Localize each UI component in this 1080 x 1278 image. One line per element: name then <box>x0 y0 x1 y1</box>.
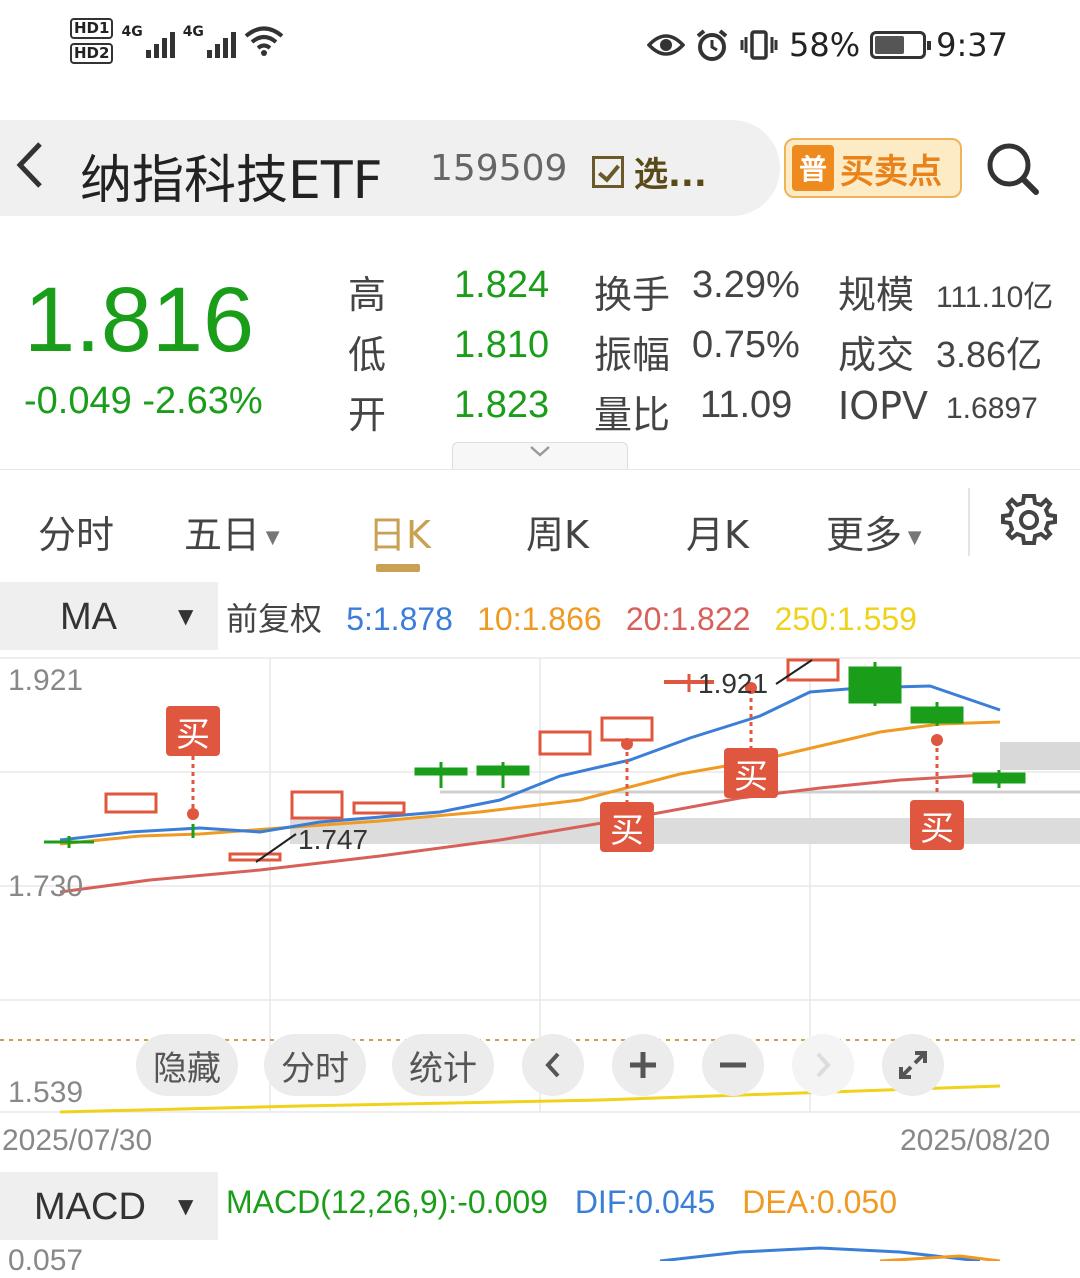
tab-monthly-k[interactable]: 月K <box>686 504 749 559</box>
buy-marker[interactable]: 买 <box>600 802 654 852</box>
chevron-right-icon <box>816 1052 831 1078</box>
macd-values: MACD(12,26,9):-0.009 DIF:0.045 DEA:0.050 <box>226 1184 915 1221</box>
plus-icon <box>630 1052 656 1078</box>
tab-intraday[interactable]: 分时 <box>38 504 114 559</box>
price-change: -0.049 -2.63% <box>24 380 263 423</box>
tab-five-day[interactable]: 五日 ▼ <box>184 504 280 559</box>
last-price: 1.816 <box>24 269 255 371</box>
zoom-in-button[interactable] <box>612 1034 674 1096</box>
minus-icon <box>720 1062 746 1068</box>
eye-icon <box>647 34 686 56</box>
battery-percent: 58% <box>789 26 861 64</box>
max-price-label: 1.921 <box>698 668 769 699</box>
dea-value: DEA:0.050 <box>742 1184 897 1220</box>
scroll-right-button[interactable] <box>792 1034 854 1096</box>
status-bar: HD1 HD2 4G 4G 58% 9:37 <box>0 0 1080 95</box>
tab-weekly-k[interactable]: 周K <box>526 504 589 559</box>
fullscreen-button[interactable] <box>882 1034 944 1096</box>
buy-marker[interactable]: 买 <box>724 748 778 798</box>
chevron-down-icon <box>530 446 550 457</box>
intraday-button[interactable]: 分时 <box>264 1034 366 1096</box>
stats-button[interactable]: 统计 <box>392 1034 494 1096</box>
min-price-label: 1.747 <box>298 824 369 855</box>
vibrate-icon <box>740 30 778 60</box>
expand-quote-button[interactable] <box>452 442 628 470</box>
hd-indicators: HD1 HD2 <box>70 18 114 64</box>
caret-down-icon: ▼ <box>178 604 194 628</box>
caret-down-icon: ▼ <box>260 527 280 548</box>
caret-down-icon: ▼ <box>902 527 922 548</box>
macd-value: MACD(12,26,9):-0.009 <box>226 1184 548 1220</box>
adjust-type[interactable]: 前复权 <box>226 601 322 637</box>
clock: 9:37 <box>936 26 1008 64</box>
watchlist-button[interactable]: 选... <box>592 147 707 196</box>
back-button[interactable] <box>14 140 46 202</box>
date-start: 2025/07/30 <box>2 1124 153 1157</box>
ma-values: 前复权 5:1.878 10:1.866 20:1.822 250:1.559 <box>226 594 931 640</box>
pu-badge-icon: 普 <box>792 145 834 191</box>
macd-chart <box>659 1246 1001 1261</box>
y-axis-top: 1.921 <box>8 664 84 697</box>
tab-daily-k[interactable]: 日K <box>368 504 431 559</box>
search-icon[interactable] <box>986 142 1040 196</box>
caret-down-icon: ▼ <box>178 1194 194 1218</box>
wifi-icon <box>244 26 284 56</box>
hd1-icon: HD1 <box>70 18 114 39</box>
chevron-left-icon <box>16 142 42 188</box>
status-right: 58% 9:37 <box>647 26 1008 64</box>
alarm-icon <box>696 29 728 61</box>
signal2-icon: 4G <box>183 24 236 58</box>
period-tabs: 分时 五日 ▼ 日K 周K 月K 更多 ▼ <box>0 470 1080 580</box>
change-percent: -2.63% <box>142 380 263 422</box>
buy-sell-point-button[interactable]: 普 买卖点 <box>784 138 962 198</box>
buy-marker[interactable]: 买 <box>166 706 220 756</box>
fullscreen-icon <box>899 1051 927 1079</box>
stock-name: 纳指科技ETF <box>80 151 383 211</box>
tab-separator <box>968 488 970 556</box>
ma20-value: 20:1.822 <box>625 601 751 637</box>
gear-icon[interactable] <box>1000 492 1058 550</box>
ma-selector[interactable]: MA ▼ <box>0 582 218 650</box>
battery-icon <box>870 31 932 59</box>
dif-value: DIF:0.045 <box>574 1184 716 1220</box>
checkbox-icon <box>592 155 624 188</box>
signal1-icon: 4G <box>121 24 175 58</box>
ma10-value: 10:1.866 <box>477 601 602 637</box>
y-axis-mid: 1.730 <box>8 870 84 903</box>
chevron-left-icon <box>545 1052 560 1078</box>
tab-more[interactable]: 更多 ▼ <box>826 504 922 559</box>
stock-header: 纳指科技ETF 159509 选... 普 买卖点 <box>0 120 1080 216</box>
stock-code: 159509 <box>430 148 568 189</box>
status-left: HD1 HD2 4G 4G <box>70 18 284 64</box>
ma5-value: 5:1.878 <box>346 601 453 637</box>
macd-selector[interactable]: MACD ▼ <box>0 1172 218 1240</box>
ma250-value: 250:1.559 <box>774 601 917 637</box>
quote-panel: 1.816 -0.049 -2.63% 高 1.824 换手 3.29% 规模 … <box>0 250 1080 470</box>
chart-controls: 隐藏 分时 统计 <box>0 1034 1080 1098</box>
active-tab-indicator <box>376 564 420 572</box>
scroll-left-button[interactable] <box>522 1034 584 1096</box>
change-value: -0.049 <box>24 380 132 422</box>
watchlist-label: 选... <box>634 155 707 195</box>
macd-y-tick: 0.057 <box>8 1244 84 1277</box>
buy-marker[interactable]: 买 <box>910 800 964 850</box>
hd2-icon: HD2 <box>70 43 114 64</box>
ma-indicator-bar: MA ▼ 前复权 5:1.878 10:1.866 20:1.822 250:1… <box>0 582 1080 650</box>
date-end: 2025/08/20 <box>900 1124 1051 1157</box>
buy-sell-point-label: 买卖点 <box>840 151 942 192</box>
zoom-out-button[interactable] <box>702 1034 764 1096</box>
hide-button[interactable]: 隐藏 <box>136 1034 238 1096</box>
macd-indicator-bar: MACD ▼ MACD(12,26,9):-0.009 DIF:0.045 DE… <box>0 1172 1080 1240</box>
